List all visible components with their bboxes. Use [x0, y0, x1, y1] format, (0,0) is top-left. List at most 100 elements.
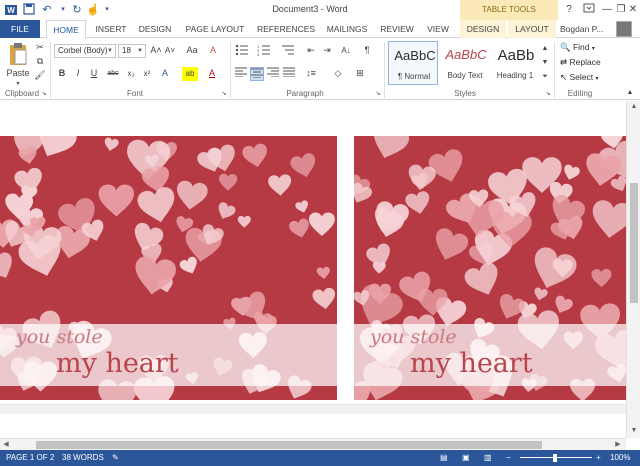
tab-table-design[interactable]: DESIGN	[460, 20, 506, 38]
close-button[interactable]: ✕	[624, 2, 640, 18]
vertical-scrollbar[interactable]: ▲ ▼	[626, 101, 640, 438]
tab-review[interactable]: REVIEW	[378, 20, 416, 38]
tab-design[interactable]: DESIGN	[136, 20, 174, 38]
replace-label: Replace	[569, 57, 601, 67]
scroll-down-icon[interactable]: ▼	[628, 425, 640, 437]
tab-mailings[interactable]: MAILINGS	[322, 20, 372, 38]
superscript-button[interactable]: x²	[140, 67, 154, 81]
line-spacing-icon[interactable]: ↕≡	[302, 67, 320, 81]
copy-icon[interactable]: ⧉	[34, 55, 46, 69]
find-button[interactable]: 🔍 Find ▾	[560, 41, 595, 54]
select-button[interactable]: ↖ Select ▾	[560, 71, 599, 84]
chevron-down-icon: ▼	[137, 48, 143, 54]
avatar[interactable]	[616, 21, 632, 37]
touch-mode-icon[interactable]: ☝	[86, 3, 100, 17]
align-right-icon[interactable]	[266, 67, 280, 81]
justify-icon[interactable]	[282, 67, 296, 81]
undo-dropdown-icon[interactable]: ▾	[56, 3, 70, 17]
collapse-ribbon-icon[interactable]: ▲	[624, 86, 636, 100]
document-area[interactable]: you stole my heart you stole my heart	[0, 101, 626, 438]
word-count[interactable]: 38 WORDS	[62, 450, 104, 466]
sort-button[interactable]: A↓	[338, 44, 354, 58]
scroll-up-icon[interactable]: ▲	[628, 101, 640, 113]
styles-scroll-down-icon[interactable]: ▼	[540, 56, 550, 70]
save-icon[interactable]	[22, 3, 36, 17]
shrink-font-button[interactable]: A˅	[164, 44, 176, 58]
tab-insert[interactable]: INSERT	[92, 20, 130, 38]
proofing-icon[interactable]: ✎	[112, 450, 119, 466]
align-left-icon[interactable]	[234, 67, 248, 81]
style-normal[interactable]: AaBbC ¶ Normal	[388, 41, 438, 85]
read-mode-icon[interactable]: ▤	[440, 450, 448, 466]
format-painter-icon[interactable]: 🖌	[34, 69, 46, 83]
help-button[interactable]: ?	[560, 2, 578, 18]
underline-button[interactable]: U	[88, 67, 100, 81]
highlight-button[interactable]: ab	[182, 67, 198, 81]
horizontal-scroll-thumb[interactable]	[36, 441, 542, 449]
customize-toolbar-icon[interactable]: ▾	[100, 3, 114, 17]
horizontal-scrollbar[interactable]: ◀ ▶	[0, 438, 626, 450]
ribbon-home: Paste ▾ ✂ ⧉ 🖌 Clipboard ↘ Corbel (Body) …	[0, 38, 640, 100]
numbering-icon[interactable]: 123	[256, 44, 272, 58]
redo-icon[interactable]: ↻	[70, 3, 84, 17]
print-layout-icon[interactable]: ▣	[462, 450, 470, 466]
cut-icon[interactable]: ✂	[34, 41, 46, 55]
paste-icon[interactable]	[6, 42, 30, 68]
multilevel-list-icon[interactable]	[280, 44, 296, 58]
zoom-out-button[interactable]: −	[506, 450, 511, 466]
grow-font-button[interactable]: A˄	[150, 44, 162, 58]
font-family-combo[interactable]: Corbel (Body) ▼	[54, 44, 116, 58]
word-window: W ↶ ▾ ↻ ☝ ▾ Document3 - Word TABLE TOOLS…	[0, 0, 640, 466]
card-line-2: my heart	[56, 348, 179, 379]
bullets-icon[interactable]	[234, 44, 250, 58]
subscript-button[interactable]: x₂	[124, 67, 138, 81]
tab-file[interactable]: FILE	[0, 20, 40, 38]
strikethrough-button[interactable]: abc	[104, 67, 122, 81]
text-effects-button[interactable]: A	[158, 67, 172, 81]
font-color-button[interactable]: A	[206, 67, 218, 81]
tab-home[interactable]: HOME	[46, 20, 86, 39]
decrease-indent-icon[interactable]: ⇤	[304, 44, 318, 58]
show-formatting-button[interactable]: ¶	[360, 44, 374, 58]
zoom-in-button[interactable]: +	[596, 450, 601, 466]
card-line-2: my heart	[410, 348, 533, 379]
paragraph-launcher-icon[interactable]: ↘	[374, 88, 382, 102]
change-case-button[interactable]: Aa	[184, 44, 200, 58]
style-name: Heading 1	[496, 71, 534, 80]
style-name: Body Text	[447, 71, 483, 80]
clear-formatting-button[interactable]: A	[206, 44, 220, 58]
tab-view[interactable]: VIEW	[422, 20, 454, 38]
replace-button[interactable]: ⇄ Replace	[560, 56, 601, 69]
bold-button[interactable]: B	[56, 67, 68, 81]
zoom-slider-thumb[interactable]	[553, 454, 557, 462]
clipboard-launcher-icon[interactable]: ↘	[40, 88, 48, 102]
tab-references[interactable]: REFERENCES	[254, 20, 318, 38]
align-center-icon[interactable]	[250, 67, 264, 81]
styles-more-icon[interactable]: ⏷	[540, 70, 550, 84]
italic-button[interactable]: I	[72, 67, 84, 81]
tab-page-layout[interactable]: PAGE LAYOUT	[182, 20, 248, 38]
styles-scroll-up-icon[interactable]: ▲	[540, 42, 550, 56]
page-break-gap	[0, 404, 626, 414]
vertical-scroll-thumb[interactable]	[630, 183, 638, 303]
page-indicator[interactable]: PAGE 1 OF 2	[6, 450, 54, 466]
card-line-1: you stole	[16, 326, 103, 348]
styles-launcher-icon[interactable]: ↘	[544, 88, 552, 102]
style-heading-1[interactable]: AaBb Heading 1	[490, 41, 540, 85]
font-launcher-icon[interactable]: ↘	[220, 88, 228, 102]
style-body-text[interactable]: AaBbC Body Text	[440, 41, 490, 85]
increase-indent-icon[interactable]: ⇥	[320, 44, 334, 58]
zoom-level[interactable]: 100%	[610, 450, 630, 466]
font-size-combo[interactable]: 18 ▼	[118, 44, 146, 58]
replace-icon: ⇄	[560, 57, 568, 67]
tab-table-layout[interactable]: LAYOUT	[508, 20, 556, 38]
font-family-value: Corbel (Body)	[58, 46, 108, 55]
user-name[interactable]: Bogdan P...	[560, 20, 603, 38]
title-bar: W ↶ ▾ ↻ ☝ ▾ Document3 - Word TABLE TOOLS…	[0, 0, 640, 20]
ribbon-display-icon[interactable]	[580, 2, 598, 18]
shading-icon[interactable]: ◇	[330, 67, 346, 81]
undo-icon[interactable]: ↶	[40, 3, 54, 17]
borders-icon[interactable]: ⊞	[352, 67, 368, 81]
web-layout-icon[interactable]: ▥	[484, 450, 492, 466]
ribbon-tabs: FILE HOME INSERT DESIGN PAGE LAYOUT REFE…	[0, 20, 640, 39]
